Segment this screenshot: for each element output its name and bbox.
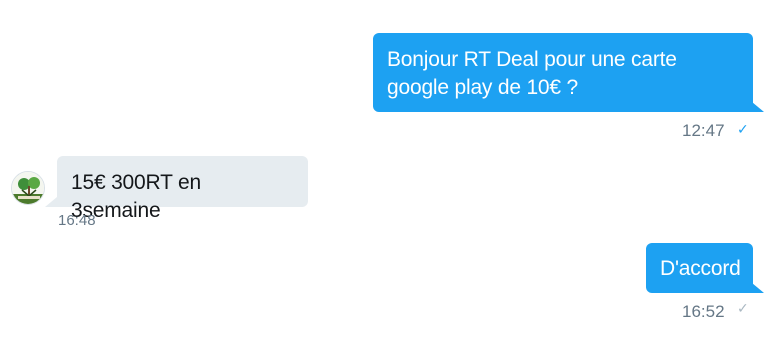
check-sent-icon: ✓ [737,300,749,316]
tree-logo-avatar[interactable] [11,171,45,205]
message-bubble-outgoing[interactable]: Bonjour RT Deal pour une carte google pl… [373,33,753,112]
message-thread: Bonjour RT Deal pour une carte google pl… [0,0,768,339]
message-bubble-outgoing[interactable]: D'accord [646,243,753,293]
bubble-tail [752,102,764,112]
message-timestamp: 16:48 [58,212,96,229]
check-read-icon: ✓ [737,121,749,137]
message-bubble-incoming[interactable]: 15€ 300RT en 3semaine [57,156,308,222]
message-timestamp: 12:47 [682,121,725,140]
message-timestamp: 16:52 [682,302,725,321]
bubble-tail [752,283,764,293]
bubble-tail [45,197,57,207]
